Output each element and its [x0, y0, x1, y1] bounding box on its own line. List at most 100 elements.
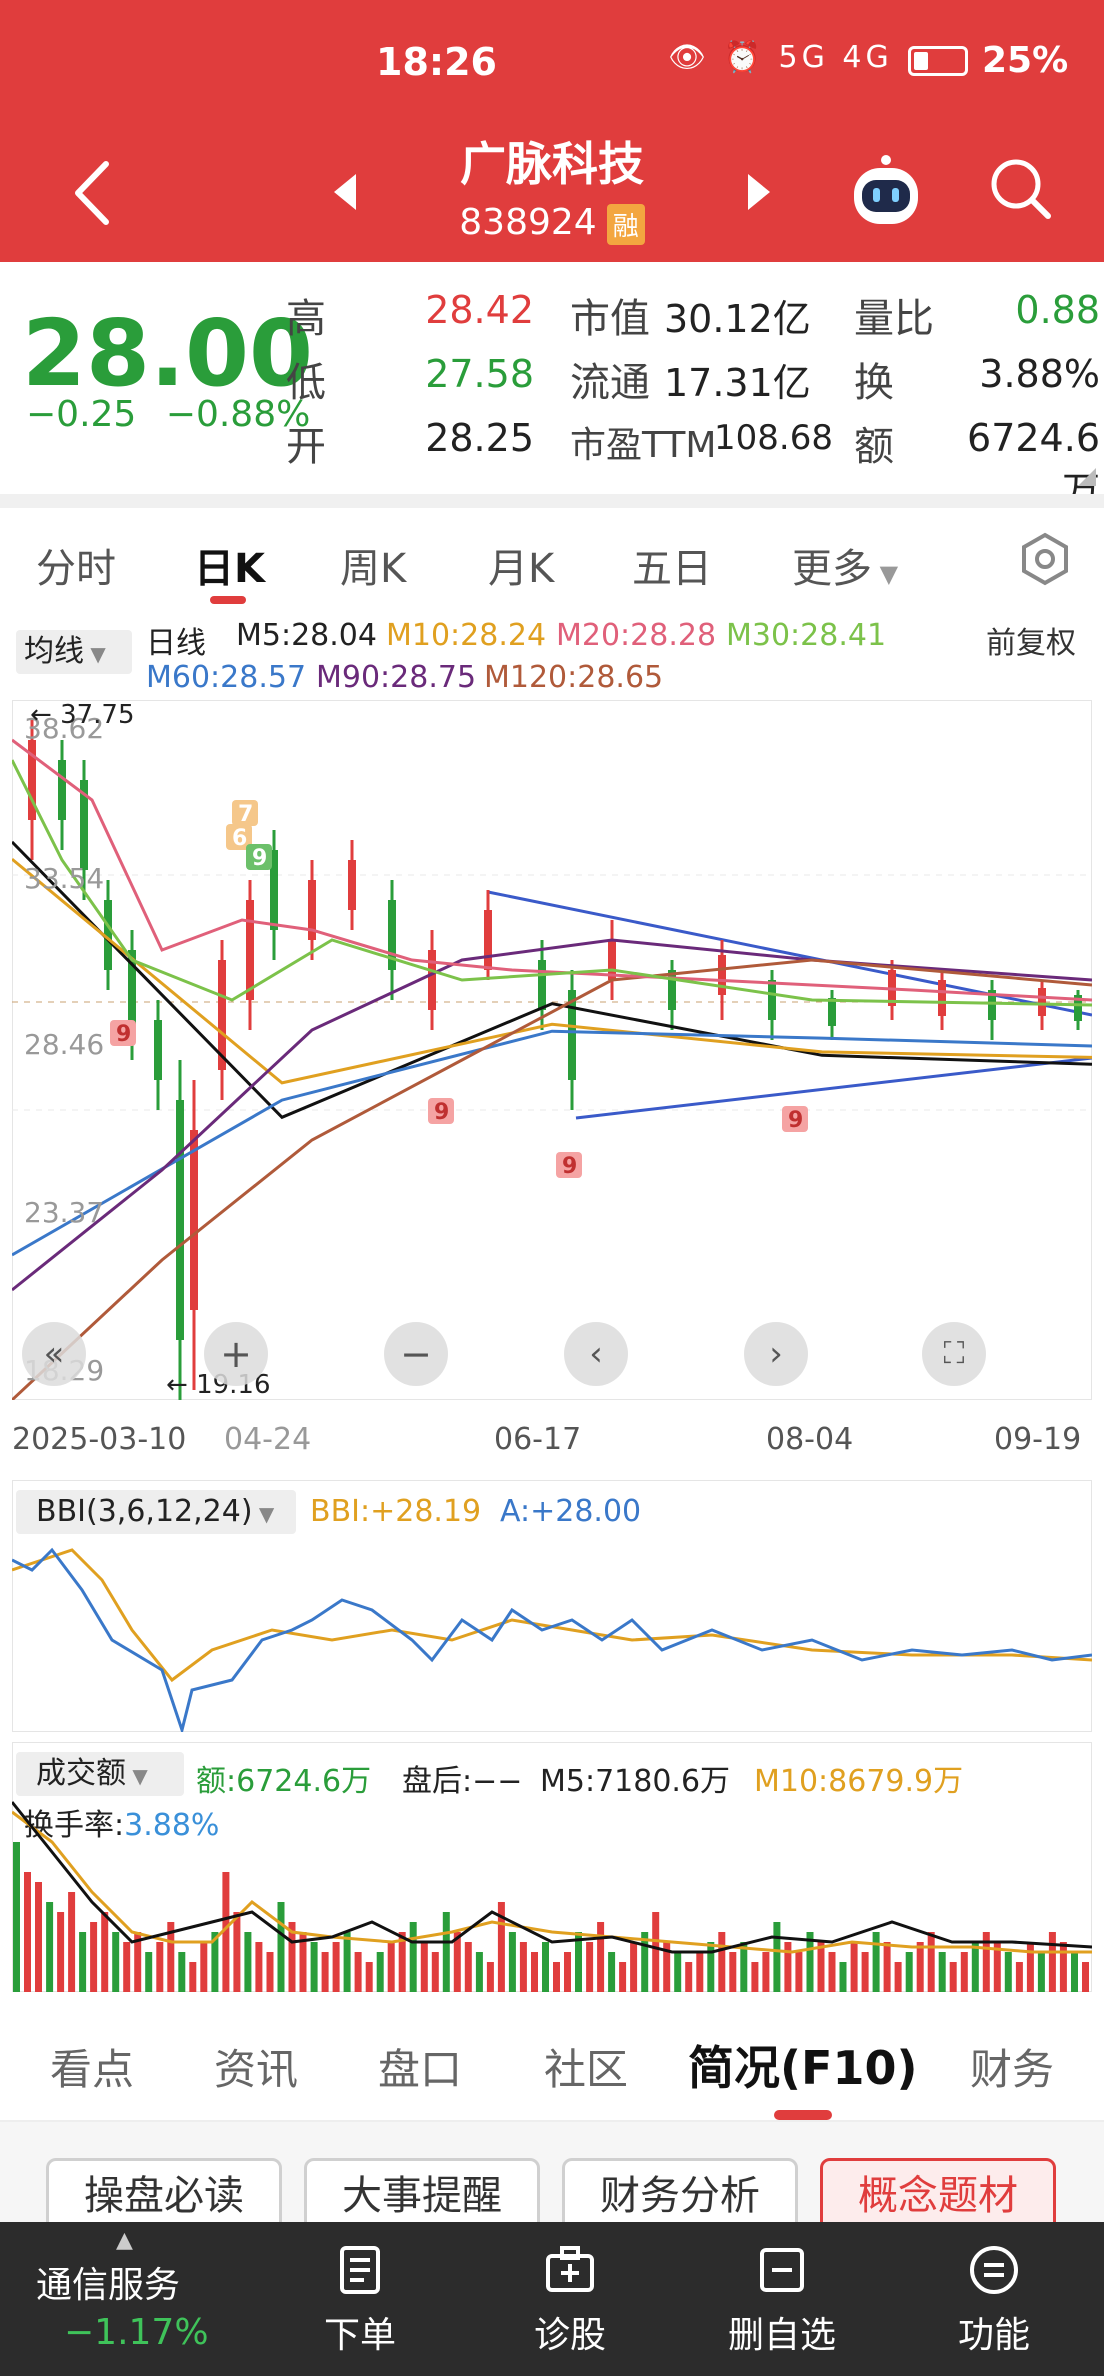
- open-value: 28.25: [425, 416, 534, 460]
- divider: [0, 494, 1104, 508]
- volume-bar: [24, 1872, 31, 1992]
- index-name: 通信服务: [36, 2265, 181, 2306]
- ma90-legend: M90:28.75: [316, 660, 477, 695]
- scroll-left-button[interactable]: ‹: [564, 1322, 628, 1386]
- tab-intraday[interactable]: 分时: [36, 536, 116, 594]
- quote-panel: 28.00 −0.25 −0.88% 高 28.42 低 27.58 开 28.…: [0, 262, 1104, 513]
- pe-ttm-value: 108.68: [714, 418, 833, 458]
- margin-badge: 融: [606, 203, 645, 245]
- period-tabs: 分时 日K 周K 月K 五日 更多 ▼: [0, 508, 1104, 608]
- volume-bar: [828, 1952, 836, 1992]
- fullscreen-button[interactable]: ⛶: [922, 1322, 986, 1386]
- volume-bar: [387, 1942, 395, 1992]
- order-button[interactable]: 下单: [270, 2222, 450, 2376]
- order-label: 下单: [323, 2315, 396, 2356]
- volume-ratio-value: 0.88: [1015, 288, 1100, 332]
- turnover-value: 3.88%: [979, 352, 1100, 396]
- bottom-toolbar: ▲ 通信服务 −1.17% 下单 诊股 删自选 功能: [0, 2222, 1104, 2376]
- tab-daily-k[interactable]: 日K: [194, 536, 265, 594]
- index-ticker[interactable]: ▲ 通信服务 −1.17%: [36, 2222, 216, 2376]
- zoom-in-button[interactable]: +: [204, 1322, 268, 1386]
- volume-bar: [542, 1942, 549, 1992]
- functions-label: 功能: [957, 2315, 1030, 2356]
- chevron-down-icon: ▼: [872, 560, 899, 588]
- volume-bar: [784, 1942, 792, 1992]
- market-cap-value: 30.12亿: [664, 297, 811, 341]
- volume-bar: [464, 1942, 472, 1992]
- settings-hex-icon[interactable]: [1018, 532, 1072, 586]
- market-cap-label: 市值: [570, 296, 650, 342]
- bbi-chart[interactable]: [12, 1480, 1092, 1732]
- volume-bar: [310, 1942, 318, 1992]
- volume-chart[interactable]: [12, 1742, 1092, 1992]
- order-document-icon: [340, 2246, 380, 2294]
- volume-bar: [795, 1952, 803, 1992]
- pe-ttm-label: 市盈TTM: [570, 425, 717, 466]
- functions-button[interactable]: 功能: [904, 2222, 1084, 2376]
- volume-bar: [90, 1922, 98, 1992]
- chart-area: 均线 ▼ 日线 M5:28.04 M10:28.24 M20:28.28 M30…: [0, 608, 1104, 1992]
- low-label: 低: [286, 360, 326, 406]
- ma30-legend: M30:28.41: [726, 618, 887, 653]
- tab-news[interactable]: 资讯: [214, 2036, 298, 2097]
- tab-f10-overview[interactable]: 简况(F10): [688, 2032, 917, 2098]
- f10-button-row: 操盘必读 大事提醒 财务分析 概念题材: [0, 2122, 1104, 2238]
- volume-bar: [112, 1932, 120, 1992]
- volume-bar: [729, 1952, 737, 1992]
- last-price: 28.00: [22, 300, 314, 407]
- indicator-select-label: 均线: [24, 634, 84, 669]
- volume-bar: [508, 1932, 516, 1992]
- volume-bar: [365, 1962, 373, 1992]
- next-stock-icon[interactable]: [744, 172, 774, 212]
- volume-bar: [1026, 1942, 1034, 1992]
- stock-code-row: 838924 融: [0, 202, 1104, 245]
- ma20-legend: M20:28.28: [556, 618, 717, 653]
- status-bar: 18:26 👁 ⏰ 5G 4G 25%: [0, 0, 1104, 130]
- low-value: 27.58: [425, 352, 534, 396]
- zoom-out-button[interactable]: −: [384, 1322, 448, 1386]
- tab-order-book[interactable]: 盘口: [378, 2036, 462, 2097]
- open-label: 开: [286, 424, 326, 470]
- tab-more[interactable]: 更多 ▼: [792, 536, 898, 594]
- volume-bar: [1059, 1942, 1067, 1992]
- minus-square-icon: [760, 2248, 804, 2292]
- expand-corner-icon[interactable]: [1078, 468, 1096, 486]
- svg-text:9: 9: [562, 1154, 577, 1179]
- volume-bar: [1071, 1952, 1078, 1992]
- volume-bar: [354, 1952, 362, 1992]
- kline-chart[interactable]: 7 6 9 9 9 9 9: [12, 700, 1092, 1400]
- volume-bar: [79, 1932, 87, 1992]
- rewind-button[interactable]: «: [22, 1322, 86, 1386]
- volume-bar: [178, 1952, 186, 1992]
- scroll-right-button[interactable]: ›: [744, 1322, 808, 1386]
- volume-bar: [905, 1952, 913, 1992]
- tab-community[interactable]: 社区: [544, 2036, 628, 2097]
- series-line-m60: [12, 1029, 1092, 1257]
- assistant-robot-icon[interactable]: [846, 154, 926, 230]
- info-tabs: 看点 资讯 盘口 社区 简况(F10) 财务: [0, 2000, 1104, 2120]
- ma60-legend: M60:28.57: [146, 660, 307, 695]
- volume-bar: [1004, 1952, 1012, 1992]
- volume-bar: [332, 1942, 340, 1992]
- volume-bar: [145, 1952, 153, 1992]
- high-value: 28.42: [425, 288, 534, 332]
- diagnose-button[interactable]: 诊股: [480, 2222, 660, 2376]
- tab-monthly-k[interactable]: 月K: [488, 536, 554, 594]
- search-icon[interactable]: [988, 156, 1054, 222]
- adjust-mode[interactable]: 前复权: [986, 618, 1076, 662]
- indicator-select[interactable]: 均线 ▼: [16, 630, 132, 674]
- volume-bar: [189, 1962, 197, 1992]
- tab-five-day[interactable]: 五日: [632, 536, 712, 594]
- volume-bar: [773, 1922, 781, 1992]
- volume-bar: [553, 1962, 560, 1992]
- tab-highlights[interactable]: 看点: [50, 2036, 134, 2097]
- active-tab-indicator: [774, 2110, 832, 2120]
- volume-bar: [608, 1952, 616, 1992]
- x-tick-2: 04-24: [224, 1422, 312, 1457]
- remove-watchlist-button[interactable]: 删自选: [692, 2222, 872, 2376]
- price-change: −0.25 −0.88%: [26, 394, 310, 435]
- volume-bar: [872, 1932, 880, 1992]
- tab-weekly-k[interactable]: 周K: [340, 536, 406, 594]
- volume-bar: [630, 1942, 638, 1992]
- tab-finance[interactable]: 财务: [970, 2036, 1054, 2097]
